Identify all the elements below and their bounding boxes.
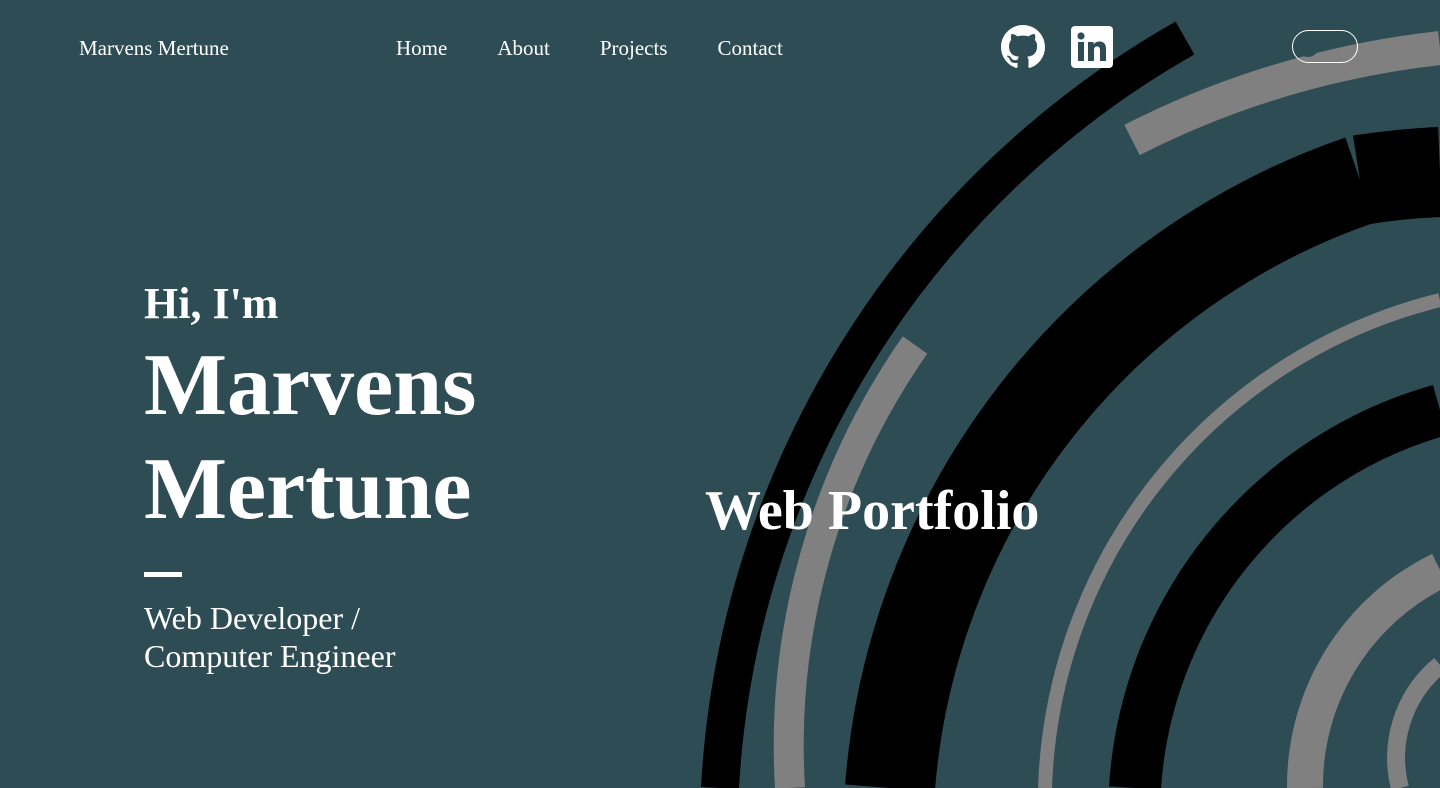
- portfolio-title: Web Portfolio: [705, 480, 1040, 542]
- nav-link-home[interactable]: Home: [396, 35, 447, 61]
- page: Marvens Mertune Home About Projects Cont…: [0, 0, 1440, 788]
- navbar: Marvens Mertune Home About Projects Cont…: [0, 0, 1440, 96]
- linkedin-link[interactable]: [1071, 26, 1113, 68]
- nav-links: Home About Projects Contact: [396, 35, 833, 61]
- hero-role-line2: Computer Engineer: [144, 638, 396, 674]
- nav-link-contact[interactable]: Contact: [717, 35, 782, 61]
- arc-innermost-grey: [1387, 658, 1440, 788]
- github-icon: [1001, 25, 1045, 68]
- linkedin-icon: [1071, 26, 1113, 68]
- hero-name-last: Mertune: [144, 441, 472, 538]
- hero-role: Web Developer / Computer Engineer: [144, 599, 444, 675]
- theme-toggle-knob: [1297, 35, 1319, 57]
- hero-role-line1: Web Developer /: [144, 600, 360, 636]
- hero-name-first: Marvens: [144, 337, 477, 434]
- brand-link[interactable]: Marvens Mertune: [79, 35, 229, 61]
- hero-divider: [144, 572, 182, 577]
- arc-black-band-right: [1352, 127, 1440, 225]
- hero-greeting: Hi, I'm: [144, 279, 279, 328]
- github-link[interactable]: [1001, 25, 1045, 69]
- nav-link-projects[interactable]: Projects: [600, 35, 668, 61]
- nav-link-about[interactable]: About: [497, 35, 550, 61]
- hero-section: Hi, I'm Marvens Mertune Web Developer / …: [144, 278, 476, 675]
- theme-toggle[interactable]: [1292, 30, 1358, 63]
- hero-name: Marvens Mertune: [144, 334, 476, 542]
